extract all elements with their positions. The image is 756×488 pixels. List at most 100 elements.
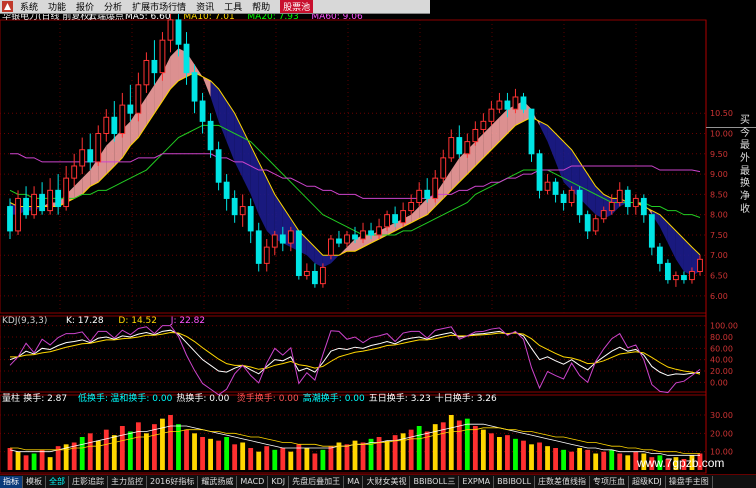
volume-panel[interactable]: 10.0020.0030.00 [0, 411, 733, 470]
tab-kdj[interactable]: KDJ [268, 475, 290, 488]
menu-item-tools[interactable]: 工具 [224, 0, 242, 13]
volume-bar [480, 429, 486, 470]
volume-header-label: 温和换手: 0.00 [110, 392, 172, 404]
volume-bar [553, 448, 558, 470]
candle-body [584, 214, 591, 232]
ma-ribbon-segment [250, 145, 259, 215]
volume-bar [505, 435, 510, 470]
tab-formula[interactable]: 主力监控 [108, 475, 147, 488]
volume-bar [280, 448, 286, 470]
candle-body [568, 189, 575, 203]
tab-formula[interactable]: 庄数差值线指 [535, 475, 591, 488]
tab-super-kdj[interactable]: 超级KDJ [629, 475, 666, 488]
kdj-line-j [9, 325, 701, 396]
tab-macd[interactable]: MACD [237, 475, 269, 488]
price-tick-label: 6.00 [710, 292, 728, 301]
ma-ribbon-segment [491, 117, 500, 150]
volume-bar [529, 444, 534, 470]
candle-body [352, 234, 358, 240]
menu-item-news[interactable]: 资讯 [196, 0, 214, 13]
candle-body [31, 193, 37, 216]
volume-bar [232, 444, 238, 470]
volume-bar [248, 448, 254, 470]
menu-item-stock-pool[interactable]: 股票池 [280, 0, 314, 13]
tab-formula[interactable]: 耀武扬威 [198, 475, 238, 488]
volume-bar [288, 451, 294, 470]
candle-body [632, 197, 639, 208]
tab-formula[interactable]: 庄影追踪 [69, 475, 108, 488]
candle-body [111, 116, 118, 135]
candle-body [127, 104, 134, 114]
tab-ma[interactable]: MA [344, 475, 364, 488]
tab-template[interactable]: 模板 [23, 475, 46, 488]
volume-bar [240, 442, 246, 470]
tab-formula[interactable]: 操盘手主图 [666, 475, 713, 488]
tab-formula[interactable]: BBIBOLL三 [410, 475, 460, 488]
ma-ribbon-segment [483, 125, 492, 158]
side-label: 最 [740, 140, 750, 152]
volume-bar [216, 440, 222, 470]
candle-body [255, 230, 262, 264]
menu-item-analysis[interactable]: 分析 [104, 0, 122, 13]
volume-bar [408, 429, 414, 470]
kdj-panel[interactable]: 0.00 20.00 40.00 60.00 80.00 100.00 [0, 322, 738, 396]
candle-body [648, 214, 655, 248]
candle-body [464, 141, 471, 155]
volume-bar [488, 433, 494, 470]
volume-bar [168, 415, 173, 470]
price-tick-label: 7.50 [710, 231, 728, 240]
volume-bar [208, 438, 213, 470]
volume-header-label: 十日换手: 3.26 [435, 392, 497, 404]
candle-body [271, 234, 278, 248]
tab-indicator[interactable]: 指标 [0, 475, 23, 488]
kdj-tick-label: 80.00 [710, 333, 733, 342]
volume-bar [561, 449, 567, 470]
ma-ribbon-segment [667, 222, 676, 260]
candle-body [231, 197, 238, 216]
volume-bar [119, 426, 125, 470]
volume-bar [384, 440, 390, 470]
candle-body [512, 96, 519, 110]
volume-bar [192, 433, 197, 470]
candle-body [215, 149, 222, 183]
candle-body [119, 104, 126, 135]
volume-header-label: 低换手: [78, 392, 108, 404]
menu-item-function[interactable]: 功能 [48, 0, 66, 13]
candle-body [55, 189, 62, 208]
tab-formula[interactable]: 2016好指标 [147, 475, 199, 488]
candle-body [183, 43, 190, 74]
candle-body [344, 234, 350, 244]
volume-bar [87, 433, 93, 470]
candle-body [673, 275, 679, 281]
candle-body [159, 39, 166, 74]
tab-formula[interactable]: 专项压血 [590, 475, 630, 488]
volume-bar [513, 438, 518, 470]
kdj-header-label: D: 14.52 [118, 316, 157, 326]
menu-item-help[interactable]: 帮助 [252, 0, 270, 13]
volume-bar [127, 431, 133, 470]
price-panel[interactable]: 6.00 6.50 7.00 7.50 8.00 8.50 9.00 9.50 10.00 10.… [0, 0, 756, 313]
volume-bar [224, 437, 230, 470]
candle-body [592, 218, 599, 232]
candle-body [143, 59, 150, 86]
ma-ribbon-segment [451, 157, 460, 191]
tab-all[interactable]: 全部 [46, 475, 69, 488]
tab-formula[interactable]: 大财女美视 [363, 475, 411, 488]
menu-item-quote[interactable]: 报价 [76, 0, 94, 13]
volume-bar [256, 451, 262, 470]
volume-bar [160, 418, 165, 470]
candle-body [624, 189, 631, 208]
side-label: 外 [740, 153, 750, 165]
menu-item-extended-market[interactable]: 扩展市场行情 [132, 0, 186, 13]
candle-body [368, 230, 374, 236]
volume-bar [7, 448, 13, 470]
tab-formula[interactable]: 先盘后叠加王 [289, 475, 345, 488]
candle-body [400, 210, 407, 224]
volume-bar [497, 437, 502, 470]
tab-expma[interactable]: EXPMA [459, 475, 495, 488]
candle-body [472, 128, 479, 143]
tab-bbiboll[interactable]: BBIBOLL [494, 475, 536, 488]
volume-bar [360, 442, 366, 470]
menu-item-system[interactable]: 系统 [20, 0, 38, 13]
price-tick-label: 8.50 [710, 190, 728, 199]
